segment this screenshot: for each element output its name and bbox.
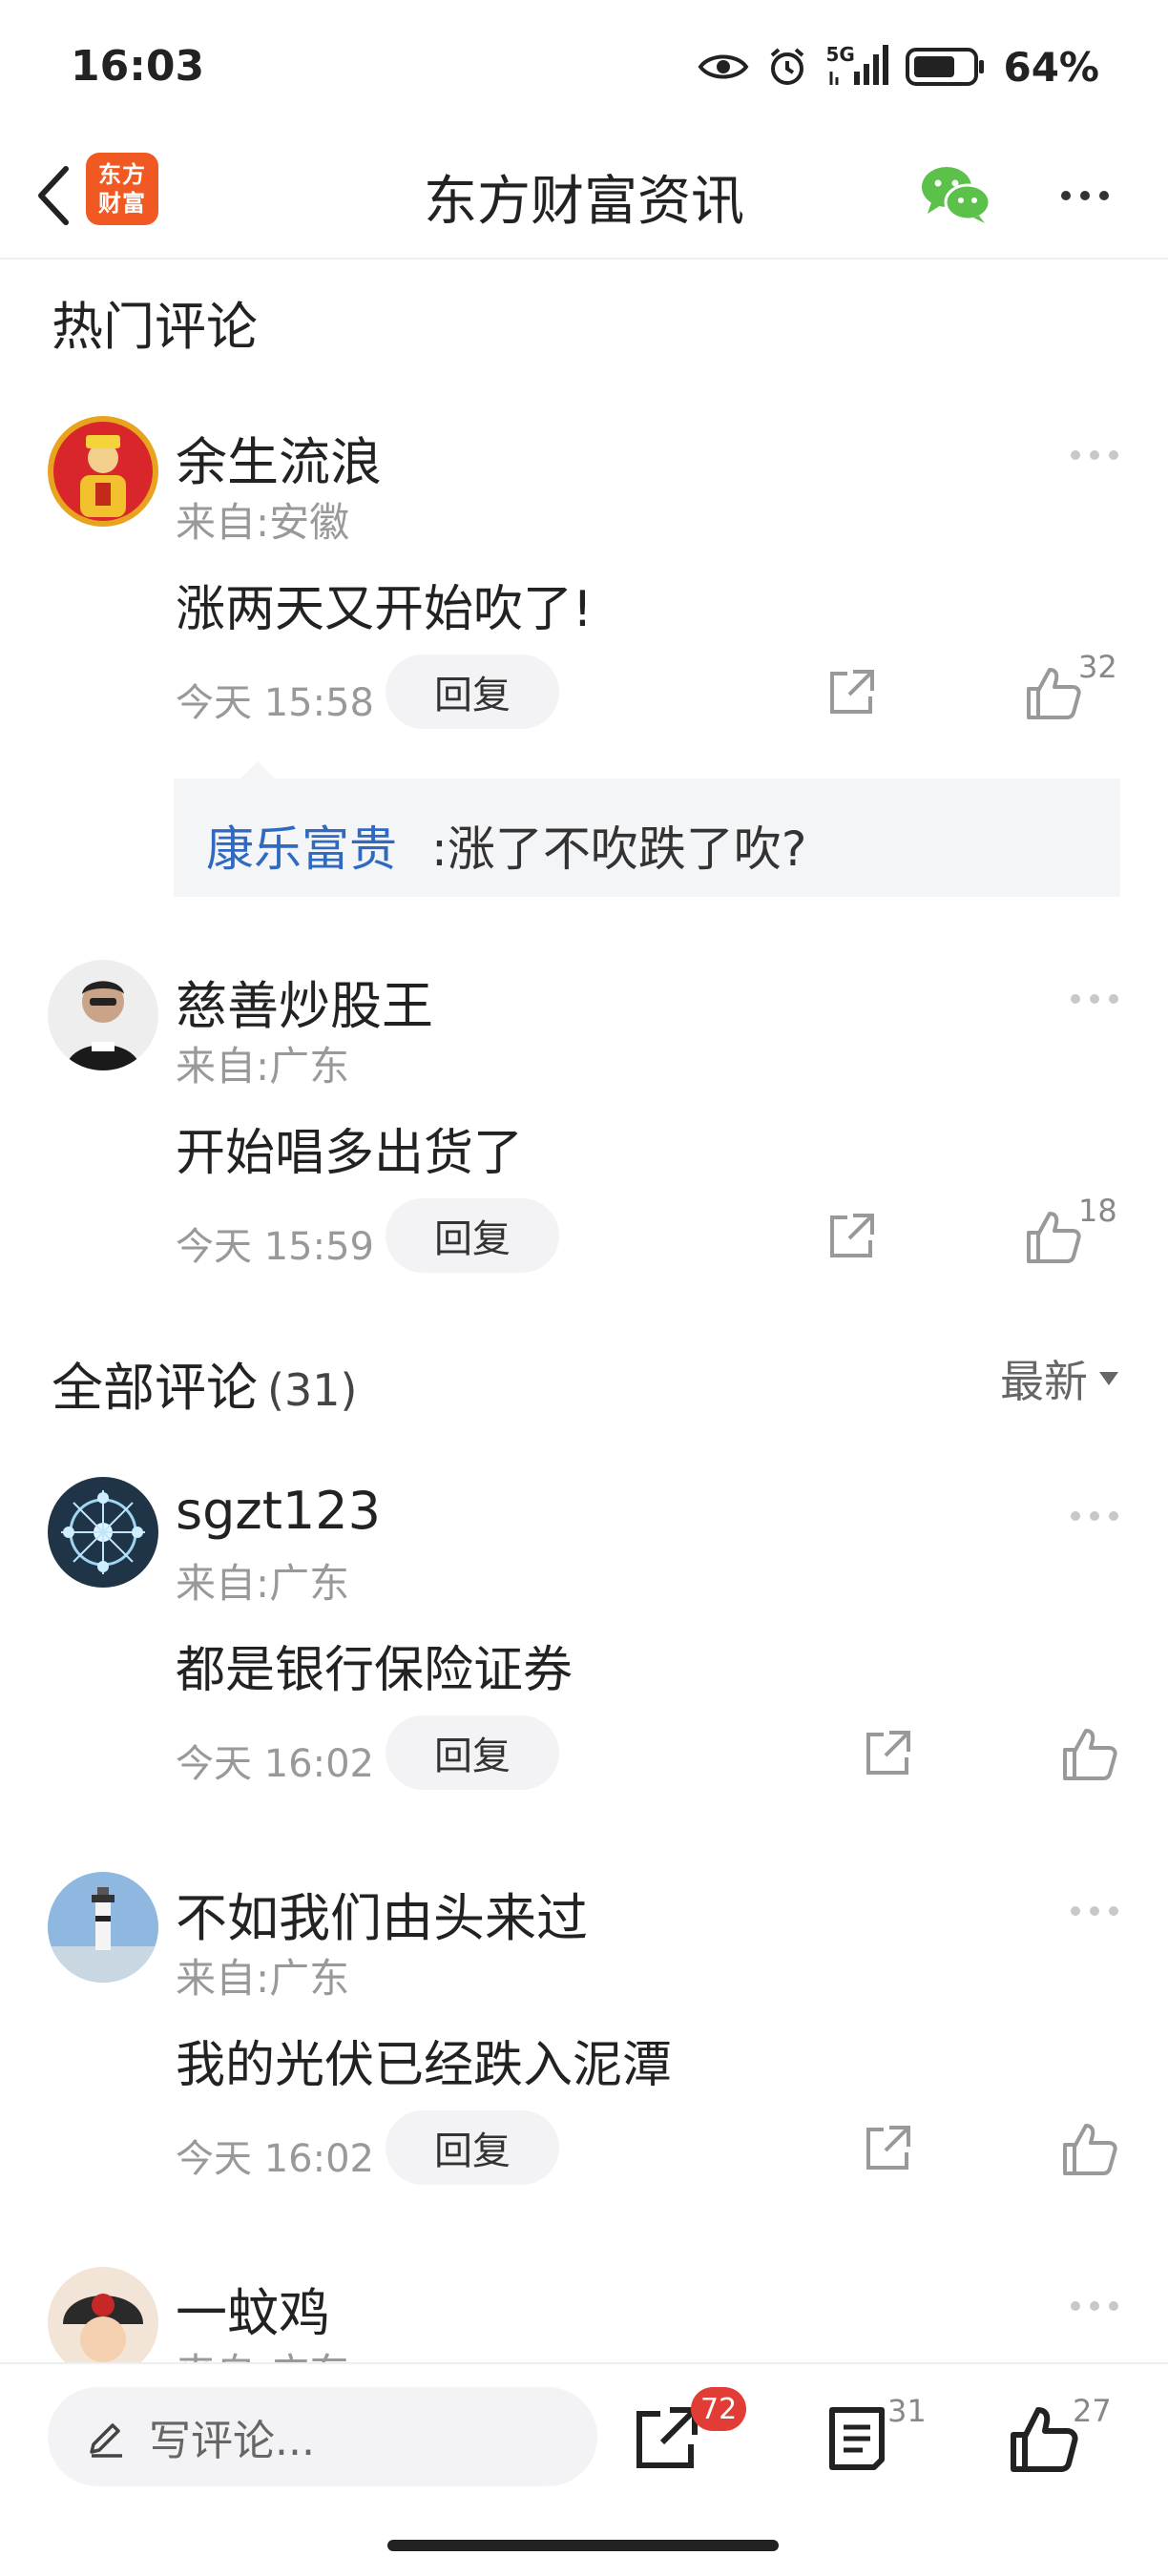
write-comment-input[interactable]: 写评论... [48, 2387, 597, 2486]
reply-button[interactable]: 回复 [386, 1198, 559, 1273]
comment-author[interactable]: sgzt123 [176, 1481, 381, 1541]
wechat-share-button[interactable] [918, 160, 992, 227]
comment-author[interactable]: 慈善炒股王 [176, 964, 433, 1039]
page-title: 东方财富资讯 [424, 171, 744, 233]
comment-item: 余生流浪 来自:安徽 涨两天又开始吹了! 今天 15:58 回复 32 康乐富贵… [0, 416, 1168, 912]
eye-icon [698, 51, 749, 83]
all-comments-label: 全部评论 [52, 1358, 258, 1418]
comment-item: sgzt123 来自:广东 都是银行保险证券 今天 16:02 回复 [0, 1477, 1168, 1801]
more-dots-icon [1071, 450, 1080, 460]
comment-more-button[interactable] [1071, 994, 1118, 1004]
sub-reply[interactable]: 康乐富贵 :涨了不吹跌了吹? [174, 761, 1120, 897]
comment-location: 来自:广东 [176, 1955, 350, 2002]
like-icon[interactable] [1059, 1723, 1120, 1784]
more-button[interactable] [1050, 172, 1120, 219]
sort-label: 最新 [1000, 1356, 1088, 1407]
like-icon[interactable] [1006, 2400, 1082, 2477]
share-count-badge: 72 [691, 2387, 747, 2431]
share-icon[interactable] [861, 2122, 914, 2175]
comment-time: 今天 16:02 [176, 2137, 374, 2181]
like-icon[interactable] [1059, 2118, 1120, 2179]
battery-icon [906, 47, 986, 87]
like-count: 27 [1073, 2393, 1112, 2429]
more-icon [1061, 191, 1071, 200]
avatar[interactable] [48, 1872, 158, 1983]
signal-icon: 5G [825, 43, 889, 91]
sub-reply-text: :涨了不吹跌了吹? [431, 821, 807, 877]
comment-author[interactable]: 不如我们由头来过 [176, 1876, 588, 1951]
caret-down-icon [1099, 1372, 1118, 1385]
more-dots-icon [1071, 1906, 1080, 1916]
comment-location: 来自:广东 [176, 2341, 349, 2362]
comment-time: 今天 15:59 [176, 1225, 374, 1269]
comments-icon[interactable] [819, 2400, 895, 2477]
comment-time: 今天 15:58 [176, 681, 374, 725]
comment-author[interactable]: 余生流浪 [176, 420, 382, 495]
comment-more-button[interactable] [1071, 1906, 1118, 1916]
app-header: 东方 财富 东方财富资讯 [0, 134, 1168, 260]
like-icon[interactable] [1023, 662, 1084, 723]
comment-item: 慈善炒股王 来自:广东 开始唱多出货了 今天 15:59 回复 18 [0, 960, 1168, 1284]
status-bar: 16:03 5G 64% [0, 0, 1168, 134]
comment-location: 来自:广东 [176, 1043, 350, 1090]
comment-text: 我的光伏已经跌入泥潭 [176, 2037, 673, 2094]
alarm-icon [766, 46, 808, 88]
status-icons: 5G 64% [698, 38, 1099, 95]
comment-text: 涨两天又开始吹了! [176, 581, 593, 638]
comment-item: 不如我们由头来过 来自:广东 我的光伏已经跌入泥潭 今天 16:02 回复 [0, 1872, 1168, 2196]
pencil-icon [90, 2423, 122, 2458]
reply-button[interactable]: 回复 [386, 654, 559, 729]
share-icon[interactable] [861, 1727, 914, 1780]
more-dots-icon [1071, 994, 1080, 1004]
sort-dropdown[interactable]: 最新 [1000, 1347, 1118, 1410]
avatar[interactable] [48, 416, 158, 527]
comment-location: 来自:广东 [176, 1560, 350, 1607]
hot-comments-title: 热门评论 [52, 297, 258, 357]
all-comments-count: (31) [267, 1364, 358, 1416]
battery-percent: 64% [1003, 43, 1099, 91]
like-count: 18 [1078, 1193, 1117, 1229]
status-time: 16:03 [71, 42, 205, 91]
wechat-icon [922, 167, 991, 223]
comment-text: 都是银行保险证券 [176, 1642, 574, 1699]
comment-location: 来自:安徽 [176, 499, 350, 546]
avatar[interactable] [48, 2267, 158, 2362]
bottom-action-bar: 写评论... 72 31 27 [0, 2362, 1168, 2576]
comment-time: 今天 16:02 [176, 1742, 374, 1786]
home-indicator[interactable] [387, 2540, 779, 2551]
comment-more-button[interactable] [1071, 1511, 1118, 1521]
comment-author[interactable]: 一蚊鸡 [176, 2271, 330, 2346]
comment-count: 31 [887, 2393, 927, 2429]
comment-more-button[interactable] [1071, 2301, 1118, 2311]
comment-text: 开始唱多出货了 [176, 1125, 524, 1182]
more-dots-icon [1071, 2301, 1080, 2311]
sub-reply-author[interactable]: 康乐富贵 [206, 811, 397, 880]
like-count: 32 [1078, 649, 1117, 685]
reply-button[interactable]: 回复 [386, 1715, 559, 1790]
avatar[interactable] [48, 1477, 158, 1588]
like-icon[interactable] [1023, 1206, 1084, 1267]
all-comments-title: 全部评论 (31) [52, 1345, 357, 1421]
share-icon[interactable] [824, 1210, 878, 1263]
comment-item: 一蚊鸡 来自:广东 [0, 2267, 1168, 2362]
reply-button[interactable]: 回复 [386, 2110, 559, 2185]
write-comment-placeholder: 写评论... [149, 2417, 315, 2465]
comment-more-button[interactable] [1071, 450, 1118, 460]
more-dots-icon [1071, 1511, 1080, 1521]
avatar[interactable] [48, 960, 158, 1070]
share-icon[interactable] [824, 666, 878, 719]
